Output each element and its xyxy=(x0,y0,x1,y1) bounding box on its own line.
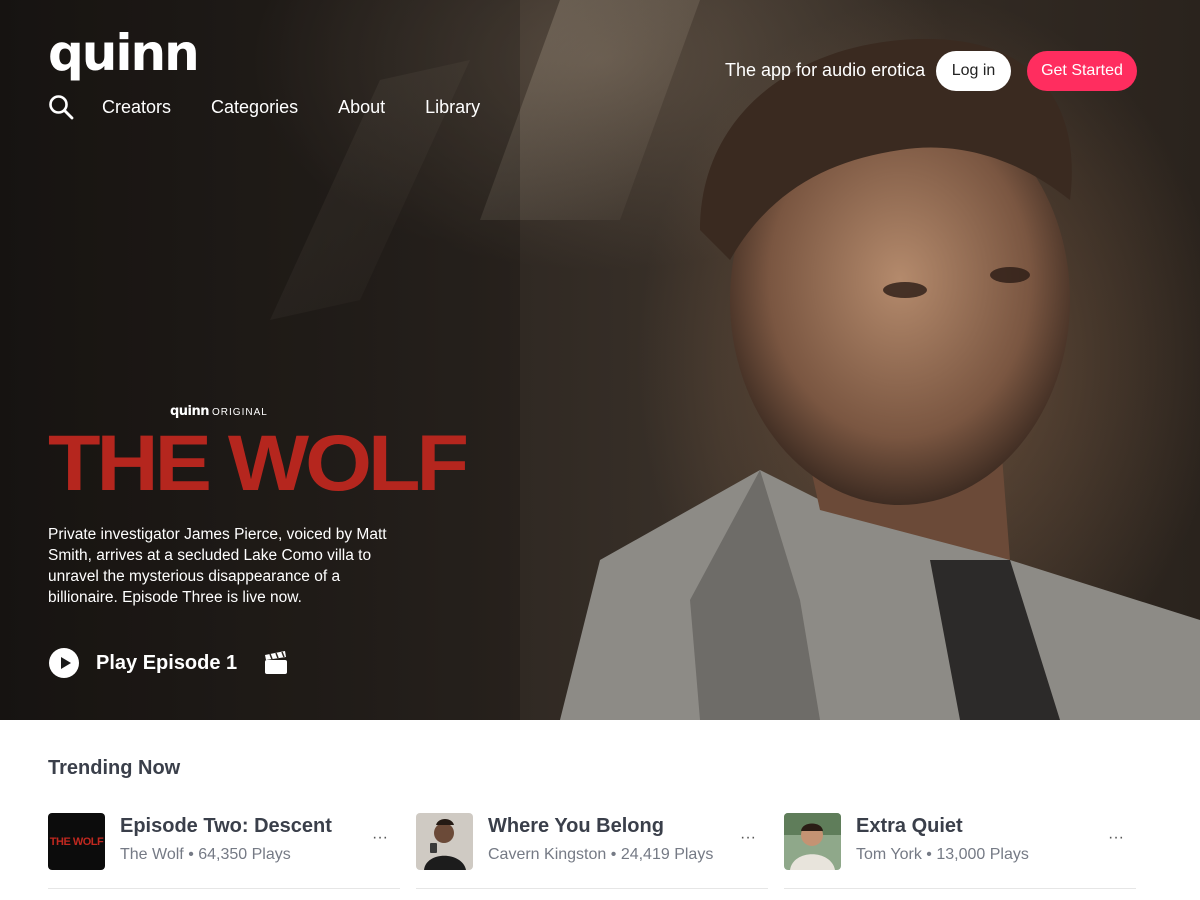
nav-about[interactable]: About xyxy=(338,97,385,118)
trending-item-creator[interactable]: The Wolf xyxy=(120,846,184,863)
quinn-logo[interactable]: quinn xyxy=(48,28,200,78)
trending-item[interactable]: Extra Quiet Tom York • 13,000 Plays ··· xyxy=(784,813,1136,889)
nav-library[interactable]: Library xyxy=(425,97,480,118)
badge-logo: quinn xyxy=(170,404,210,419)
badge-label: ORIGINAL xyxy=(212,407,268,418)
login-button[interactable]: Log in xyxy=(936,51,1011,91)
more-options-icon[interactable]: ··· xyxy=(368,829,392,853)
creator-thumbnail xyxy=(416,813,473,870)
trending-item-meta: Cavern Kingston • 24,419 Plays xyxy=(488,846,713,864)
nav-creators[interactable]: Creators xyxy=(102,97,171,118)
creator-thumbnail xyxy=(784,813,841,870)
show-description: Private investigator James Pierce, voice… xyxy=(48,526,387,606)
thumbnail-title: THE WOLF xyxy=(49,835,104,848)
trending-item-title[interactable]: Extra Quiet xyxy=(856,815,963,838)
trending-item-meta: The Wolf • 64,350 Plays xyxy=(120,846,291,864)
search-icon[interactable] xyxy=(48,94,74,120)
trending-item[interactable]: THE WOLF Episode Two: Descent The Wolf •… xyxy=(48,813,400,889)
quinn-original-badge: quinn ORIGINAL xyxy=(170,404,268,419)
trending-item-plays: 64,350 Plays xyxy=(198,846,291,863)
more-options-icon[interactable]: ··· xyxy=(736,829,760,853)
play-controls: Play Episode 1 xyxy=(48,647,289,679)
play-episode-button[interactable]: Play Episode 1 xyxy=(96,652,237,675)
hero-banner: quinn Creators Categories About Library … xyxy=(0,0,1200,720)
clapperboard-icon[interactable] xyxy=(263,650,289,676)
trending-item-plays: 13,000 Plays xyxy=(936,846,1029,863)
meta-separator: • xyxy=(188,846,194,863)
play-icon[interactable] xyxy=(48,647,80,679)
trending-item-meta: Tom York • 13,000 Plays xyxy=(856,846,1029,864)
nav-categories[interactable]: Categories xyxy=(211,97,298,118)
episode-thumbnail: THE WOLF xyxy=(48,813,105,870)
trending-heading: Trending Now xyxy=(48,757,181,779)
trending-item-title[interactable]: Episode Two: Descent xyxy=(120,815,332,838)
trending-item-plays: 24,419 Plays xyxy=(620,846,714,863)
show-title: THE WOLF xyxy=(48,419,469,508)
trending-item[interactable]: Where You Belong Cavern Kingston • 24,41… xyxy=(416,813,768,889)
meta-separator: • xyxy=(926,846,932,863)
meta-separator: • xyxy=(610,846,617,863)
get-started-button[interactable]: Get Started xyxy=(1027,51,1137,91)
trending-item-creator[interactable]: Cavern Kingston xyxy=(488,846,606,863)
trending-item-title[interactable]: Where You Belong xyxy=(488,815,664,838)
trending-list: THE WOLF Episode Two: Descent The Wolf •… xyxy=(48,813,1138,889)
trending-item-creator[interactable]: Tom York xyxy=(856,846,922,863)
tagline: The app for audio erotica xyxy=(725,60,926,80)
more-options-icon[interactable]: ··· xyxy=(1104,829,1128,853)
main-nav: Creators Categories About Library xyxy=(48,94,520,120)
